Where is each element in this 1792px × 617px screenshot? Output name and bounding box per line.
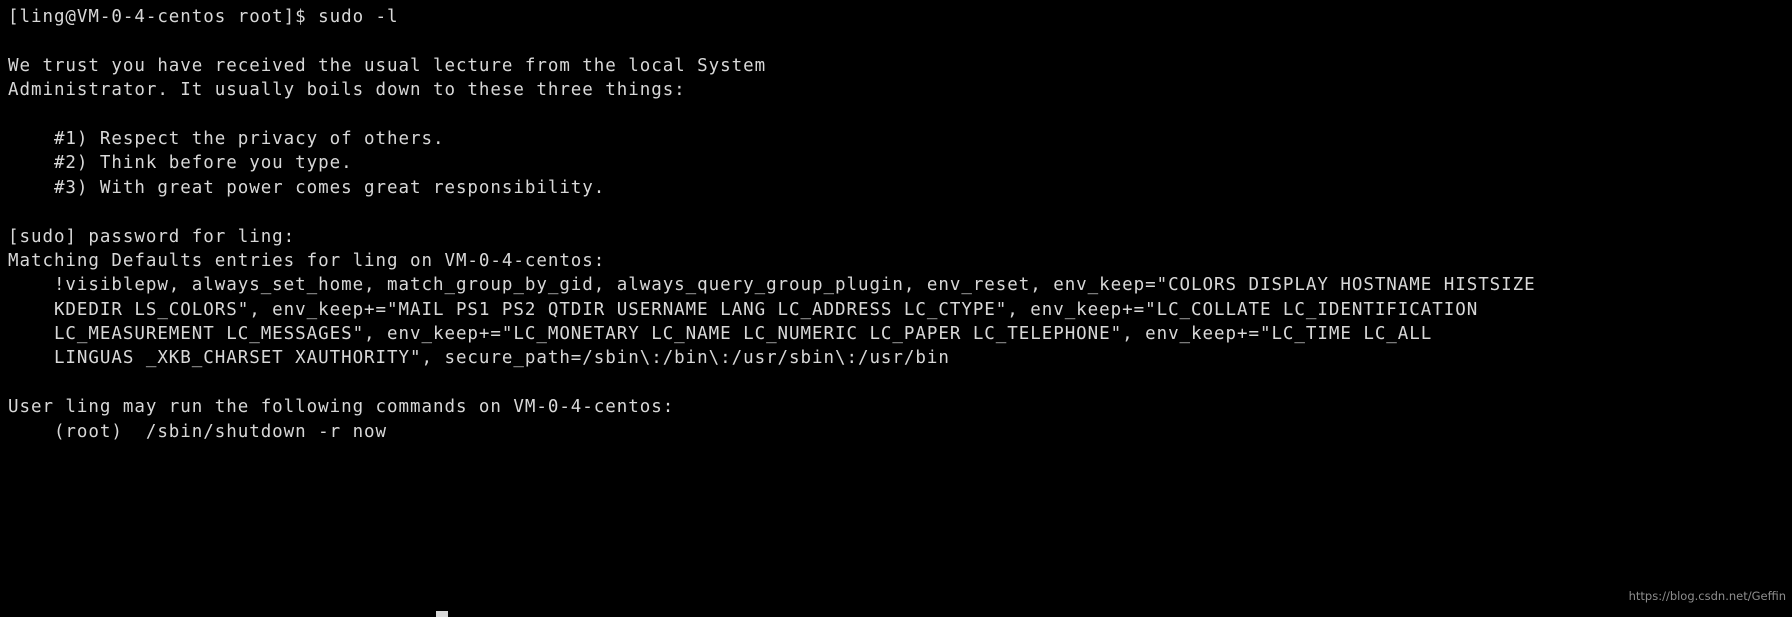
- terminal-line: LINGUAS _XKB_CHARSET XAUTHORITY", secure…: [8, 348, 950, 369]
- terminal-line: User ling may run the following commands…: [8, 397, 675, 418]
- terminal-line: !visiblepw, always_set_home, match_group…: [8, 275, 1536, 296]
- watermark-label: https://blog.csdn.net/Geffin: [1628, 589, 1786, 603]
- terminal-line: KDEDIR LS_COLORS", env_keep+="MAIL PS1 P…: [8, 299, 1479, 320]
- terminal-line: [ling@VM-0-4-centos root]$ sudo -l: [8, 7, 399, 27]
- terminal-line: We trust you have received the usual lec…: [8, 55, 767, 76]
- terminal-line: Matching Defaults entries for ling on VM…: [8, 250, 606, 271]
- terminal-line: #2) Think before you type.: [8, 153, 353, 174]
- terminal-screen[interactable]: [ling@VM-0-4-centos root]$ sudo -l We tr…: [0, 0, 1792, 444]
- text-cursor: [436, 611, 448, 617]
- terminal-line: #1) Respect the privacy of others.: [8, 128, 445, 149]
- terminal-line: LC_MEASUREMENT LC_MESSAGES", env_keep+="…: [8, 324, 1433, 345]
- terminal-line: #3) With great power comes great respons…: [8, 177, 606, 198]
- terminal-line: (root) /sbin/shutdown -r now: [8, 421, 388, 442]
- terminal-window[interactable]: [ling@VM-0-4-centos root]$ sudo -l We tr…: [0, 0, 1792, 617]
- terminal-line: [sudo] password for ling:: [8, 226, 296, 247]
- terminal-line: Administrator. It usually boils down to …: [8, 80, 686, 101]
